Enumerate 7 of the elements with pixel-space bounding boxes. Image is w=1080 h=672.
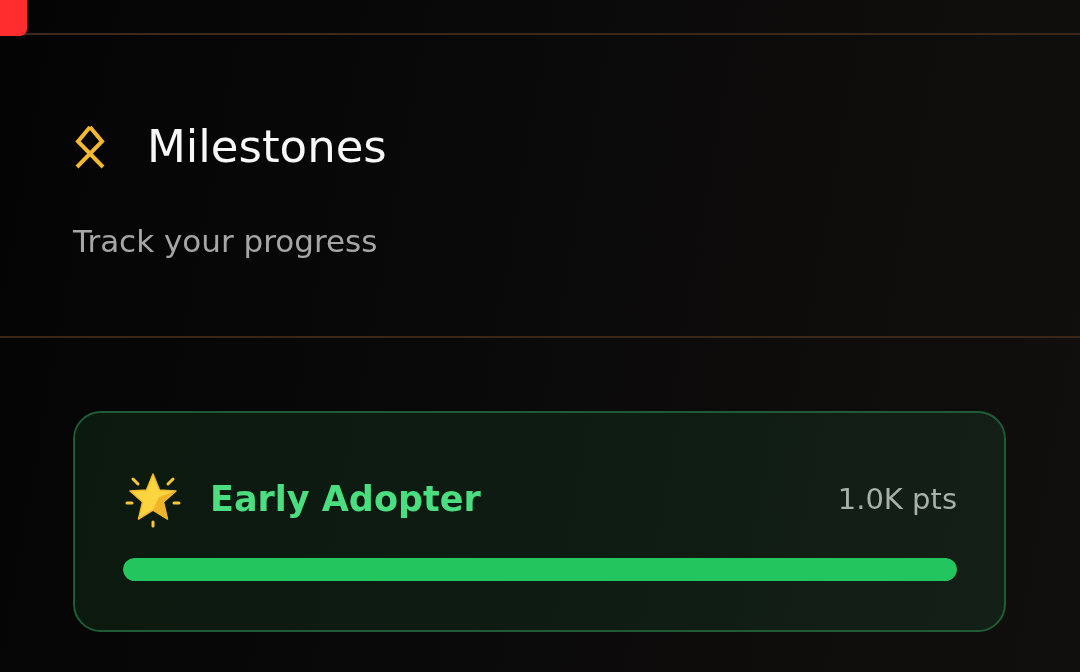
- milestone-title: Early Adopter: [210, 478, 481, 521]
- recording-indicator-icon: [0, 0, 27, 36]
- page-subtitle: Track your progress: [73, 222, 378, 260]
- milestone-points: 1.0K pts: [837, 481, 957, 518]
- page-title: Milestones: [147, 119, 387, 175]
- ribbon-icon: [73, 125, 107, 169]
- glowing-star-icon: [123, 470, 183, 528]
